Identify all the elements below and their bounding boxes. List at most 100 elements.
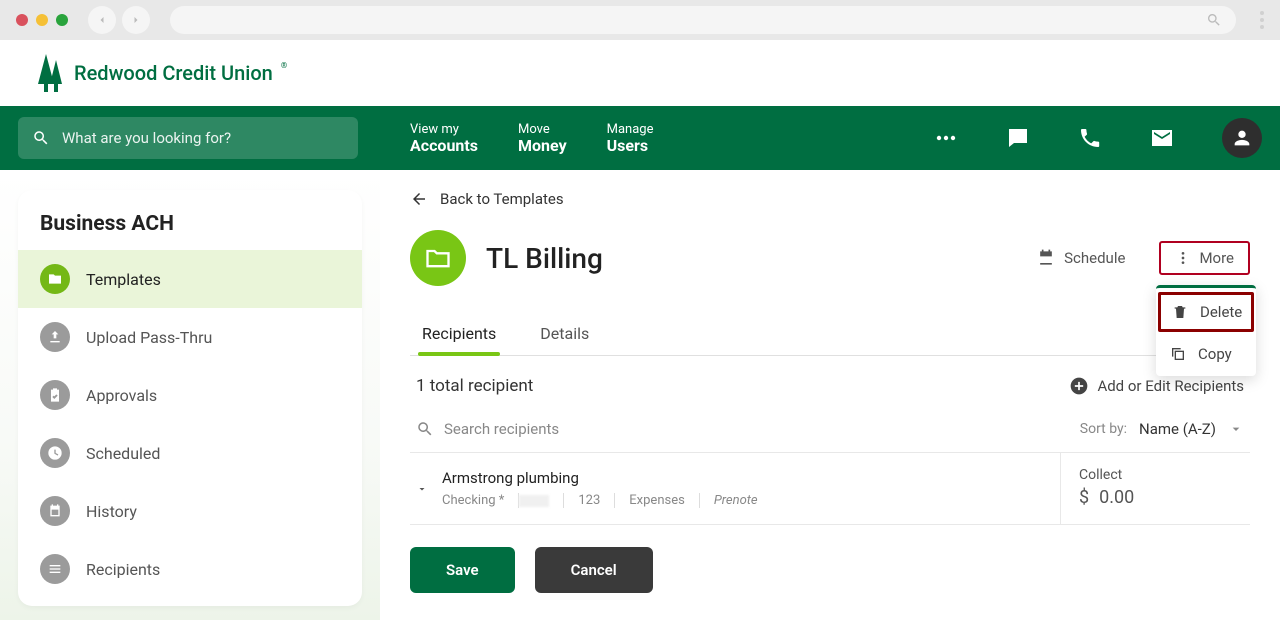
nav-items: View my Accounts Move Money Manage Users [410, 122, 654, 155]
sidebar-item-recipients[interactable]: Recipients [18, 540, 362, 598]
recipient-category: Expenses [629, 493, 700, 508]
nav-item-accounts[interactable]: View my Accounts [410, 122, 478, 155]
sidebar-item-history[interactable]: History [18, 482, 362, 540]
dropdown-delete[interactable]: Delete [1158, 292, 1254, 332]
sort-by[interactable]: Sort by: Name (A-Z) [1080, 420, 1244, 438]
add-recipients-button[interactable]: Add or Edit Recipients [1069, 376, 1244, 396]
action-buttons: Save Cancel [410, 547, 1250, 593]
collect-label: Collect [1079, 467, 1232, 483]
arrow-left-icon [410, 190, 428, 208]
nav-item-top: View my [410, 122, 478, 137]
sidebar-item-approvals[interactable]: Approvals [18, 366, 362, 424]
sort-label: Sort by: [1080, 421, 1127, 437]
sidebar-item-scheduled[interactable]: Scheduled [18, 424, 362, 482]
primary-nav: View my Accounts Move Money Manage Users [0, 106, 1280, 170]
masked-digits [519, 495, 549, 507]
tab-recipients[interactable]: Recipients [418, 316, 500, 355]
window-close-button[interactable] [16, 14, 28, 26]
collect-amount: $ 0.00 [1079, 487, 1232, 508]
save-button[interactable]: Save [410, 547, 515, 593]
add-recipients-label: Add or Edit Recipients [1097, 377, 1244, 395]
recipient-count: 1 total recipient [416, 376, 533, 396]
more-button[interactable]: More [1159, 241, 1250, 275]
browser-forward-button[interactable] [122, 6, 150, 34]
recipient-toolbar: 1 total recipient Add or Edit Recipients [410, 376, 1250, 396]
more-label: More [1199, 249, 1234, 267]
phone-icon[interactable] [1078, 126, 1102, 150]
window-minimize-button[interactable] [36, 14, 48, 26]
sidebar-title: Business ACH [18, 190, 362, 250]
nav-item-bottom: Money [518, 136, 567, 155]
template-title: TL Billing [486, 242, 1006, 275]
browser-nav-arrows [88, 6, 150, 34]
tree-logo-icon [36, 54, 64, 92]
sidebar-item-upload[interactable]: Upload Pass-Thru [18, 308, 362, 366]
calendar-icon [1036, 248, 1056, 268]
trademark-symbol: ® [281, 61, 287, 70]
recipient-status: Prenote [714, 493, 772, 508]
trash-icon [1172, 304, 1188, 320]
nav-item-users[interactable]: Manage Users [607, 122, 654, 155]
plus-circle-icon [1069, 376, 1089, 396]
dropdown-copy[interactable]: Copy [1156, 334, 1256, 374]
recipient-code: 123 [578, 493, 615, 508]
amount-value: 0.00 [1099, 487, 1134, 508]
sidebar-item-label: Recipients [86, 560, 160, 579]
sidebar-item-label: Scheduled [86, 444, 160, 463]
folder-icon [40, 264, 70, 294]
recipient-info: Armstrong plumbing Checking * 123 Expens… [442, 469, 772, 508]
content-area: Back to Templates TL Billing Schedule [380, 170, 1280, 620]
chevron-down-icon [1228, 421, 1244, 437]
sidebar: Business ACH Templates Upload Pass-Thru … [0, 170, 380, 620]
sidebar-card: Business ACH Templates Upload Pass-Thru … [18, 190, 362, 606]
expand-chevron-icon[interactable] [416, 483, 428, 495]
sort-value: Name (A-Z) [1139, 420, 1216, 438]
list-icon [40, 554, 70, 584]
template-folder-icon [410, 230, 466, 286]
more-horizontal-icon[interactable] [934, 126, 958, 150]
schedule-label: Schedule [1064, 249, 1125, 267]
recipient-account: Checking * [442, 493, 564, 508]
browser-menu-button[interactable] [1260, 11, 1264, 29]
recipient-search[interactable]: Search recipients [416, 420, 1060, 438]
nav-item-top: Move [518, 122, 567, 137]
main-layout: Business ACH Templates Upload Pass-Thru … [0, 170, 1280, 620]
recipient-main[interactable]: Armstrong plumbing Checking * 123 Expens… [410, 453, 1060, 524]
clock-icon [40, 438, 70, 468]
nav-item-bottom: Accounts [410, 136, 478, 155]
cancel-button[interactable]: Cancel [535, 547, 653, 593]
back-to-templates-link[interactable]: Back to Templates [410, 190, 1250, 208]
schedule-button[interactable]: Schedule [1026, 242, 1135, 274]
nav-item-money[interactable]: Move Money [518, 122, 567, 155]
back-link-label: Back to Templates [440, 190, 564, 208]
sidebar-item-templates[interactable]: Templates [18, 250, 362, 308]
recipient-meta: Checking * 123 Expenses Prenote [442, 493, 772, 508]
more-dropdown: Delete Copy [1156, 285, 1256, 376]
sidebar-item-label: Upload Pass-Thru [86, 328, 212, 347]
recipient-name: Armstrong plumbing [442, 469, 772, 487]
upload-icon [40, 322, 70, 352]
calendar-icon [40, 496, 70, 526]
sidebar-item-label: Templates [86, 270, 161, 289]
browser-url-bar[interactable] [170, 6, 1236, 34]
dropdown-copy-label: Copy [1198, 345, 1232, 363]
copy-icon [1170, 346, 1186, 362]
browser-back-button[interactable] [88, 6, 116, 34]
nav-item-top: Manage [607, 122, 654, 137]
clipboard-check-icon [40, 380, 70, 410]
nav-icons [934, 118, 1262, 158]
dropdown-delete-label: Delete [1200, 303, 1242, 321]
nav-item-bottom: Users [607, 136, 654, 155]
brand-logo[interactable]: Redwood Credit Union ® [36, 54, 289, 92]
profile-avatar[interactable] [1222, 118, 1262, 158]
brand-name: Redwood Credit Union [74, 61, 273, 85]
site-search-input[interactable] [62, 129, 344, 147]
template-header: TL Billing Schedule More [410, 230, 1250, 286]
search-icon [32, 129, 50, 147]
window-maximize-button[interactable] [56, 14, 68, 26]
mail-icon[interactable] [1150, 126, 1174, 150]
browser-chrome [0, 0, 1280, 40]
site-search[interactable] [18, 117, 358, 159]
tab-details[interactable]: Details [536, 316, 593, 355]
chat-icon[interactable] [1006, 126, 1030, 150]
